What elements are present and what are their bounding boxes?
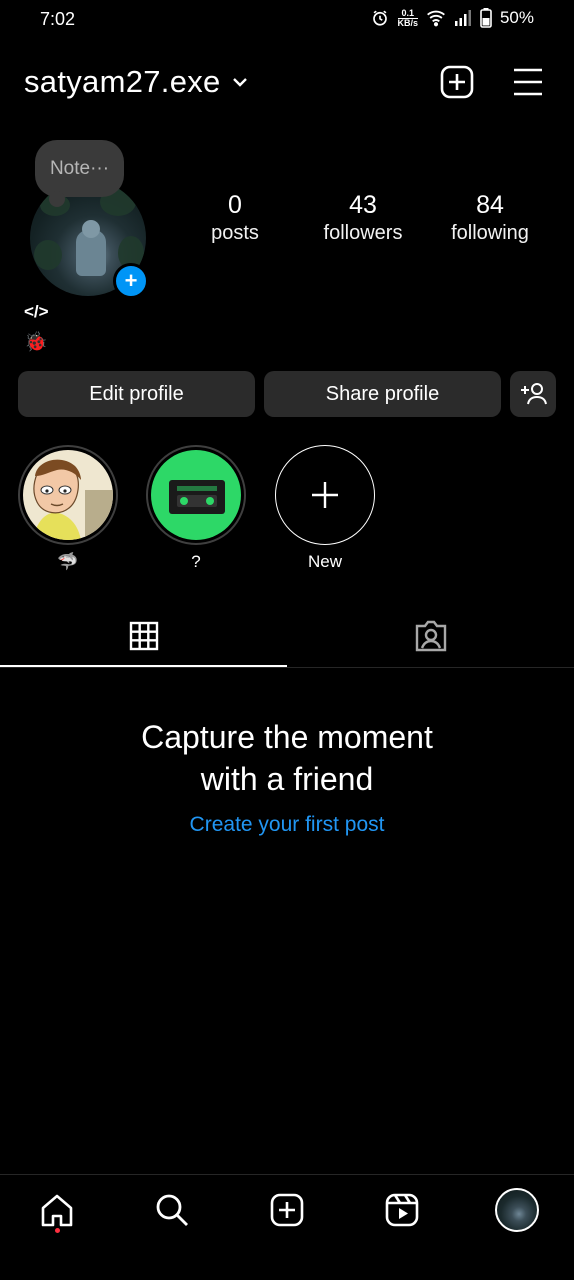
stat-followers[interactable]: 43 followers bbox=[303, 190, 423, 246]
bottom-nav-divider bbox=[0, 1174, 574, 1175]
status-time: 7:02 bbox=[40, 9, 76, 29]
home-icon[interactable] bbox=[39, 1192, 75, 1228]
active-tab-indicator bbox=[0, 665, 287, 667]
username: satyam27.exe bbox=[24, 64, 221, 99]
alarm-icon bbox=[373, 10, 388, 26]
notification-dot bbox=[55, 1228, 60, 1233]
empty-state-title-line: Capture the moment bbox=[141, 719, 433, 755]
add-story-button[interactable]: + bbox=[113, 263, 149, 299]
stat-value: 0 bbox=[228, 191, 242, 219]
add-person-icon bbox=[521, 383, 547, 405]
wifi-icon bbox=[427, 10, 445, 27]
share-profile-button[interactable]: Share profile bbox=[264, 371, 501, 417]
highlight-label: New bbox=[307, 552, 342, 571]
network-speed-unit: KB/s bbox=[397, 17, 418, 28]
stat-label: following bbox=[451, 222, 529, 244]
profile-avatar[interactable] bbox=[495, 1188, 539, 1232]
network-speed-value: 0.1 bbox=[401, 7, 414, 18]
status-icons: 0.1 KB/s 50% bbox=[371, 8, 534, 28]
note-text: Note··· bbox=[49, 157, 110, 179]
stat-value: 43 bbox=[349, 191, 377, 219]
discover-people-button[interactable] bbox=[510, 371, 556, 417]
battery-icon bbox=[480, 8, 492, 28]
tab-tagged[interactable] bbox=[287, 608, 574, 664]
highlight-label: 🦈 bbox=[57, 552, 79, 571]
highlight-cover bbox=[23, 450, 113, 540]
battery-level: 50% bbox=[499, 8, 534, 27]
network-speed: 0.1 KB/s bbox=[397, 7, 418, 28]
stat-posts[interactable]: 0 posts bbox=[175, 190, 295, 246]
add-square-icon[interactable] bbox=[440, 65, 474, 99]
reels-icon[interactable] bbox=[384, 1192, 420, 1228]
empty-state-title-line: with a friend bbox=[200, 761, 374, 797]
bio-emoji: 🐞 bbox=[24, 332, 48, 353]
grid-icon bbox=[129, 621, 158, 651]
new-highlight-button[interactable] bbox=[275, 445, 375, 545]
menu-icon[interactable] bbox=[512, 66, 544, 98]
stat-label: posts bbox=[211, 222, 259, 244]
highlight-label: ? bbox=[191, 552, 201, 571]
account-switcher[interactable]: satyam27.exe bbox=[24, 64, 249, 100]
create-icon[interactable] bbox=[269, 1192, 305, 1228]
stat-following[interactable]: 84 following bbox=[430, 190, 550, 246]
plus-icon bbox=[312, 482, 338, 508]
note-bubble[interactable]: Note··· bbox=[35, 140, 124, 207]
chevron-down-icon bbox=[232, 78, 247, 87]
highlight-1[interactable] bbox=[18, 445, 118, 545]
highlight-2[interactable] bbox=[146, 445, 246, 545]
stat-value: 84 bbox=[476, 191, 504, 219]
tab-posts[interactable] bbox=[0, 608, 287, 664]
edit-profile-button[interactable]: Edit profile bbox=[18, 371, 255, 417]
empty-state-title: Capture the moment with a friend bbox=[0, 716, 574, 800]
create-first-post-link[interactable]: Create your first post bbox=[0, 813, 574, 837]
stat-label: followers bbox=[323, 222, 403, 244]
search-icon[interactable] bbox=[154, 1192, 190, 1228]
tab-divider bbox=[0, 667, 574, 668]
signal-icon bbox=[454, 10, 471, 26]
bio-line: </> bbox=[24, 302, 49, 321]
tagged-icon bbox=[415, 620, 446, 652]
highlight-cover bbox=[151, 450, 241, 540]
